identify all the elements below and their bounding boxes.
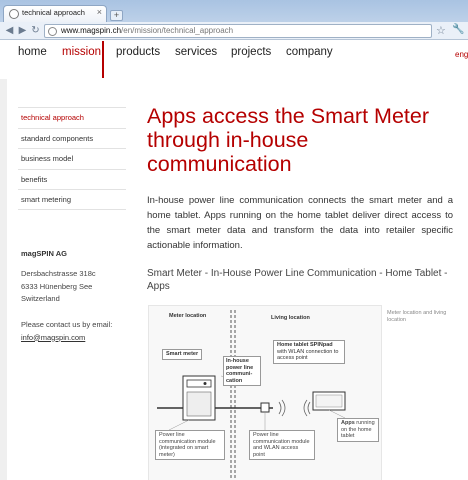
tablet-desc: with WLAN connection to access point (277, 348, 339, 362)
browser-tab[interactable]: technical approach × (3, 5, 107, 22)
tab-title: technical approach (22, 8, 85, 17)
diagram-title: Smart Meter - In-House Power Line Commun… (147, 268, 448, 292)
nav-products[interactable]: products (116, 46, 160, 58)
page-title: Apps access the Smart Meter through in-h… (147, 104, 429, 176)
apps-label: Apps running on the home tablet (337, 418, 379, 442)
nav-company[interactable]: company (286, 46, 333, 58)
smart-meter-label: Smart meter (162, 349, 203, 360)
url-path: /en/mission/technical_approach (121, 26, 234, 35)
nav-services[interactable]: services (175, 46, 217, 58)
address-bar[interactable]: www.magspin.ch/en/mission/technical_appr… (44, 24, 432, 38)
active-nav-indicator (102, 41, 104, 78)
content-area: technical approach standard components b… (7, 79, 468, 480)
url-text: www.magspin.ch/en/mission/technical_appr… (61, 26, 233, 35)
reload-icon[interactable]: ↻ (29, 24, 42, 37)
language-link[interactable]: engl (455, 50, 468, 59)
company-address: magSPIN AG Dersbachstrasse 318c 6333 Hün… (21, 249, 131, 344)
site-navigation: home mission products services projects … (0, 41, 468, 79)
address-country: Switzerland (21, 294, 60, 303)
sidebar-item-smart-metering[interactable]: smart metering (18, 189, 126, 210)
sidebar-menu: technical approach standard components b… (18, 107, 126, 210)
url-host: www.magspin.ch (61, 26, 122, 35)
inhouse-plc-label: In-house power line communi- cation (223, 356, 261, 386)
tablet-title: Home tablet SPINpad (277, 342, 333, 348)
forward-icon[interactable]: ▶ (16, 24, 29, 37)
contact-text: Please contact us by email: (21, 319, 113, 329)
globe-icon (9, 9, 19, 19)
sidebar-item-standard-components[interactable]: standard components (18, 127, 126, 149)
sidebar-item-technical-approach[interactable]: technical approach (18, 107, 126, 128)
sidebar-item-business-model[interactable]: business model (18, 148, 126, 169)
plc-wlan-label: Power line communication module and WLAN… (249, 430, 315, 460)
new-tab-button[interactable]: + (110, 10, 123, 21)
close-tab-icon[interactable]: × (97, 7, 102, 17)
intro-paragraph: In-house power line communication connec… (147, 195, 453, 251)
main-content: Apps access the Smart Meter through in-h… (147, 104, 453, 293)
browser-toolbar: ◀ ▶ ↻ www.magspin.ch/en/mission/technica… (0, 22, 468, 40)
plc-meter-label: Power line communication module (integra… (155, 430, 225, 460)
nav-home[interactable]: home (18, 46, 47, 58)
architecture-diagram: Meter location Living location Smart met… (148, 305, 382, 480)
nav-mission[interactable]: mission (62, 46, 101, 58)
address-street: Dersbachstrasse 318c (21, 269, 96, 278)
nav-projects[interactable]: projects (231, 46, 271, 58)
living-location-label: Living location (271, 315, 310, 321)
diagram-caption: Meter location and living location (387, 310, 447, 323)
email-link[interactable]: info@magspin.com (21, 332, 131, 344)
apps-title: Apps (341, 420, 355, 426)
page-icon (48, 27, 57, 36)
tablet-title-label: Home tablet SPINpad with WLAN connection … (273, 340, 345, 364)
company-name: magSPIN AG (21, 249, 67, 258)
back-icon[interactable]: ◀ (3, 24, 16, 37)
address-city: 6333 Hünenberg See (21, 281, 93, 291)
bookmark-star-icon[interactable]: ☆ (436, 24, 446, 37)
meter-location-label: Meter location (169, 313, 207, 319)
sidebar-item-benefits[interactable]: benefits (18, 168, 126, 190)
wrench-icon[interactable]: 🔧 (452, 24, 464, 35)
